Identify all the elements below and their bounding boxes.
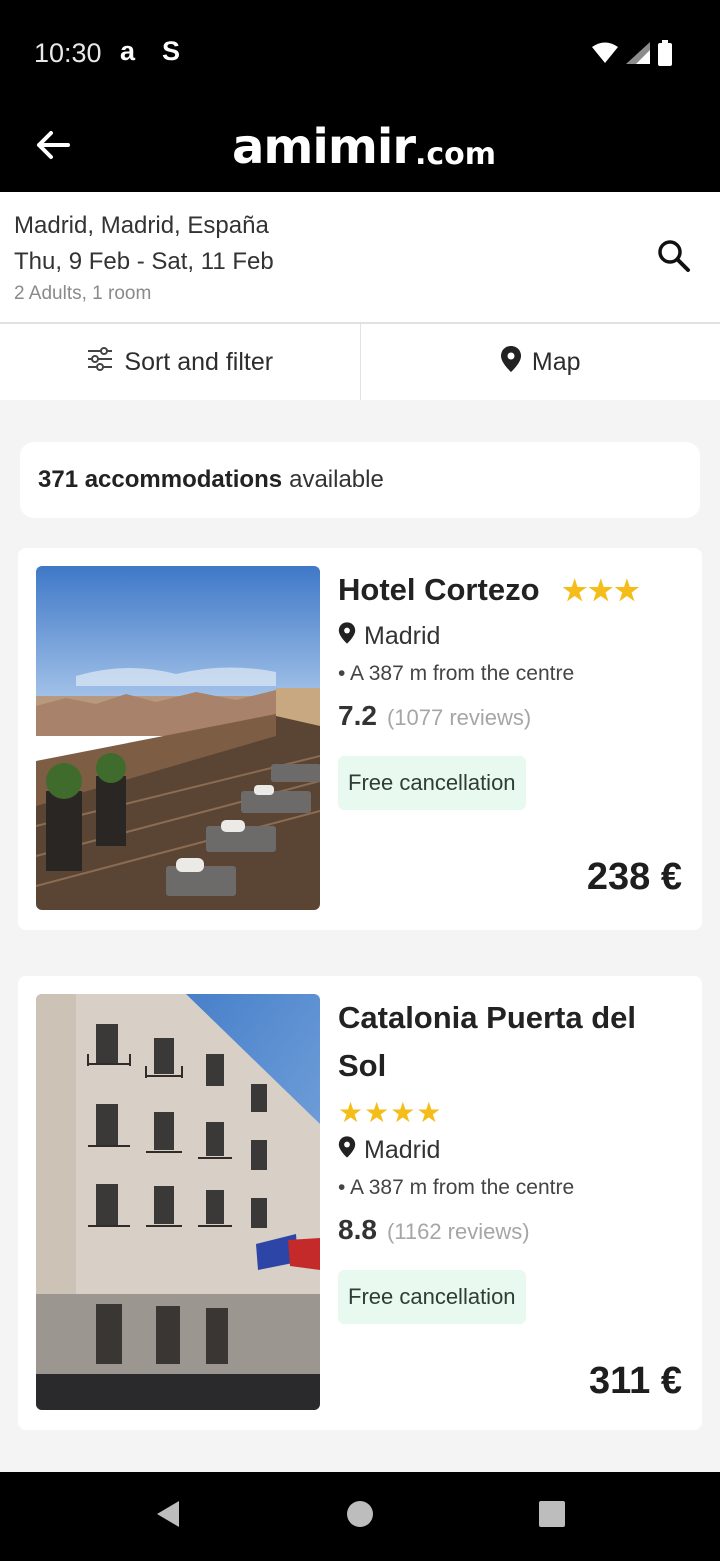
hotel-rating: 7.2 (338, 700, 377, 731)
hotel-photo (36, 994, 320, 1410)
signal-icon (626, 42, 650, 69)
hotel-location: Madrid (338, 621, 688, 652)
nav-recents-button[interactable] (532, 1497, 572, 1537)
app-bar: amimir .com (0, 108, 720, 192)
hotel-city: Madrid (364, 622, 441, 650)
hotel-photo (36, 566, 320, 910)
star-rating: ★★★ (562, 575, 641, 606)
hotel-info: Catalonia Puerta del Sol ★★★★ Madrid • A… (338, 994, 688, 1324)
status-time: 10:30 (34, 38, 102, 68)
hotel-reviews: (1077 reviews) (386, 705, 532, 730)
free-cancellation-badge: Free cancellation (338, 756, 526, 810)
hotel-card[interactable]: Hotel Cortezo ★★★ Madrid • A 387 m from … (18, 548, 702, 930)
logo-main: amimir (232, 119, 416, 175)
logo-domain: .com (415, 136, 497, 172)
location-pin-icon (500, 345, 522, 380)
search-location: Madrid, Madrid, España (14, 212, 269, 239)
map-label: Map (531, 347, 581, 376)
nav-back-button[interactable] (148, 1497, 188, 1537)
square-recents-icon (538, 1500, 566, 1533)
hotel-info: Hotel Cortezo ★★★ Madrid • A 387 m from … (338, 566, 688, 810)
nav-home-button[interactable] (340, 1497, 380, 1537)
star-rating: ★★★★ (338, 1097, 443, 1128)
search-button[interactable] (656, 238, 696, 278)
app-notification-icon: a (120, 36, 136, 66)
sort-filter-label: Sort and filter (124, 347, 274, 376)
hotel-price: 238 € (586, 856, 682, 898)
hotel-name-text: Catalonia Puerta del Sol (338, 1000, 637, 1083)
search-icon (656, 240, 692, 278)
hotel-name: Hotel Cortezo ★★★ (338, 566, 688, 615)
map-button[interactable]: Map (361, 324, 720, 400)
filter-bar: Sort and filter Map (0, 324, 720, 400)
hotel-reviews: (1162 reviews) (386, 1219, 530, 1244)
circle-home-icon (345, 1499, 375, 1534)
search-dates: Thu, 9 Feb - Sat, 11 Feb (14, 248, 274, 275)
location-pin-icon (338, 621, 356, 652)
hotel-distance: • A 387 m from the centre (338, 662, 575, 685)
hotel-rating-row: 8.8 (1162 reviews) (338, 1214, 688, 1246)
triangle-back-icon (155, 1499, 181, 1534)
results-count-suffix: available (289, 466, 384, 493)
hotel-card[interactable]: Catalonia Puerta del Sol ★★★★ Madrid • A… (18, 976, 702, 1430)
hotel-city: Madrid (364, 1136, 441, 1164)
hotel-location: Madrid (338, 1135, 688, 1166)
hotel-name-text: Hotel Cortezo (338, 572, 540, 607)
app-notification-icon: S (162, 36, 181, 66)
hotel-distance: • A 387 m from the centre (338, 1176, 575, 1199)
hotel-price: 311 € (589, 1360, 682, 1402)
hotel-rating-row: 7.2 (1077 reviews) (338, 700, 688, 732)
status-bar: 10:30 a S (0, 0, 720, 108)
search-guests: 2 Adults, 1 room (14, 283, 152, 304)
app-logo: amimir .com (232, 112, 496, 182)
results-count-number: 371 accommodations (38, 466, 283, 493)
arrow-left-icon (36, 130, 70, 165)
search-summary[interactable]: Madrid, Madrid, España Thu, 9 Feb - Sat,… (0, 192, 720, 324)
wifi-icon (592, 42, 618, 69)
back-button[interactable] (30, 124, 76, 170)
status-icons (592, 40, 672, 71)
location-pin-icon (338, 1135, 356, 1166)
sort-filter-button[interactable]: Sort and filter (0, 324, 360, 400)
system-nav-bar (0, 1472, 720, 1561)
free-cancellation-badge: Free cancellation (338, 1270, 526, 1324)
results-count: 371 accommodations available (20, 442, 700, 518)
sliders-icon (86, 346, 114, 379)
battery-icon (658, 40, 672, 71)
hotel-rating: 8.8 (338, 1214, 377, 1245)
